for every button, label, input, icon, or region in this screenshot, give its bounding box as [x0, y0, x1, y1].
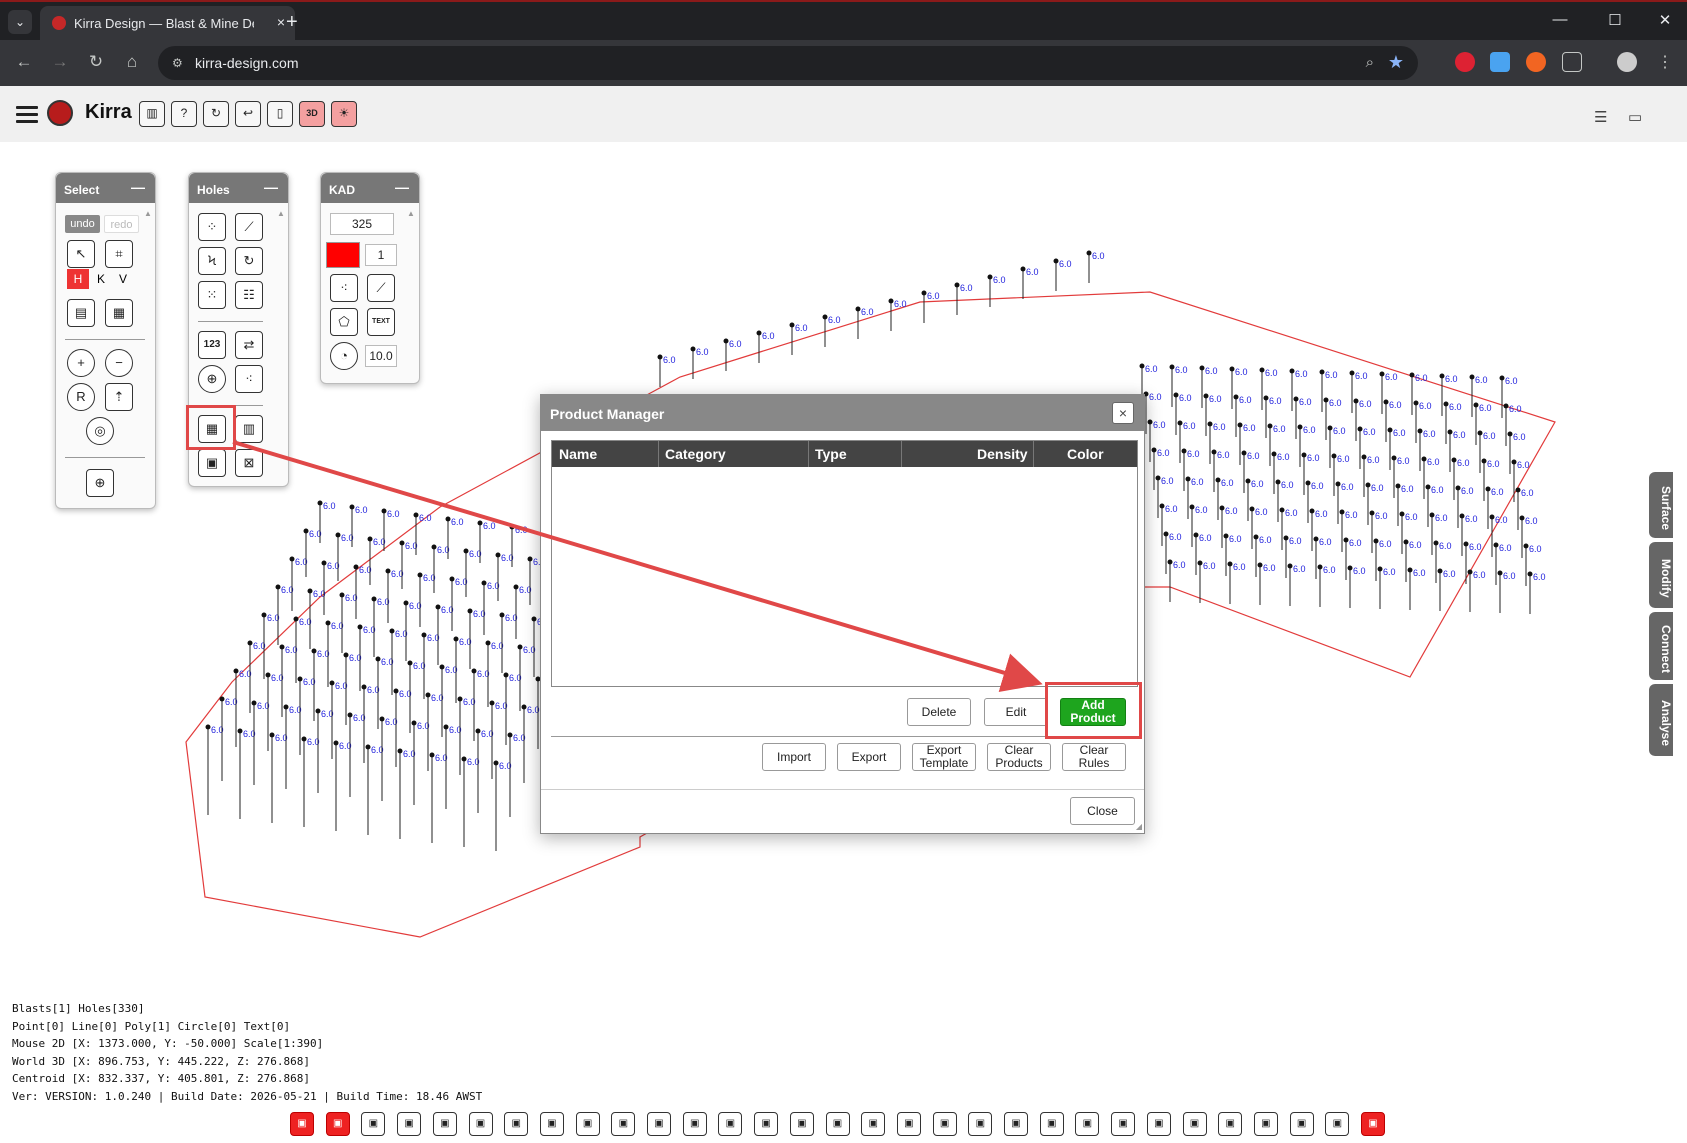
- file-save-icon[interactable]: ▣: [397, 1112, 422, 1136]
- info-b-icon[interactable]: ▣: [718, 1112, 743, 1136]
- zalt-icon[interactable]: ▣: [1075, 1112, 1100, 1136]
- info-a-icon[interactable]: ▣: [682, 1112, 707, 1136]
- graph-icon[interactable]: ▣: [932, 1112, 957, 1136]
- tree-view-icon[interactable]: ▣: [290, 1112, 314, 1136]
- capture-icon[interactable]: ▣: [647, 1112, 671, 1136]
- status-counts: Blasts[1] Holes[330]: [12, 1002, 145, 1015]
- status-centroid: Centroid [X: 832.337, Y: 405.801, Z: 276…: [12, 1072, 311, 1085]
- bracket-icon[interactable]: ▣: [1111, 1112, 1136, 1136]
- status-version: Ver: VERSION: 1.0.240 | Build Date: 2026…: [12, 1089, 483, 1103]
- tool-b-icon[interactable]: ▣: [1253, 1112, 1278, 1136]
- network-icon[interactable]: ▣: [896, 1112, 921, 1136]
- modify-tab[interactable]: Modify: [1649, 542, 1673, 608]
- file-export-icon[interactable]: ▣: [468, 1112, 493, 1136]
- annotation-arrow: [232, 440, 1043, 692]
- settings-icon[interactable]: ▣: [1182, 1112, 1207, 1136]
- file-pdf-icon[interactable]: ▣: [504, 1112, 529, 1136]
- tool-a-icon[interactable]: ▣: [1218, 1112, 1243, 1136]
- xme-icon[interactable]: ▣: [1004, 1112, 1028, 1136]
- curve-icon[interactable]: ▣: [861, 1112, 886, 1136]
- cylinder-icon[interactable]: ▣: [789, 1112, 814, 1136]
- status-world-3d: World 3D [X: 896.753, Y: 445.222, Z: 276…: [12, 1054, 311, 1068]
- file-open-icon[interactable]: ▣: [361, 1112, 386, 1136]
- status-readout: Blasts[1] Holes[330] Point[0] Line[0] Pol…: [12, 1000, 482, 1105]
- analyse-tab[interactable]: Analyse: [1649, 684, 1673, 756]
- connect-tab[interactable]: Connect: [1649, 612, 1673, 680]
- swap-icon[interactable]: ▣: [575, 1112, 600, 1136]
- decks-icon[interactable]: ▣: [325, 1112, 350, 1136]
- column-icon[interactable]: ▣: [1146, 1112, 1171, 1136]
- connect-icon[interactable]: ▣: [539, 1112, 564, 1136]
- file-import-icon[interactable]: ▣: [432, 1112, 457, 1136]
- pattern-icon[interactable]: ▣: [611, 1112, 636, 1136]
- ymn-icon[interactable]: ▣: [1039, 1112, 1064, 1136]
- info-c-icon[interactable]: ▣: [754, 1112, 779, 1136]
- status-mouse-2d: Mouse 2D [X: 1373.000, Y: -50.000] Scale…: [12, 1037, 324, 1050]
- status-kad-counts: Point[0] Line[0] Poly[1] Circle[0] Text[…: [12, 1019, 291, 1033]
- graph-alt-icon[interactable]: ▣: [968, 1112, 993, 1136]
- table-icon[interactable]: ▣: [825, 1112, 850, 1136]
- surface-tab[interactable]: Surface: [1649, 472, 1673, 538]
- star-icon[interactable]: ▣: [1289, 1112, 1314, 1136]
- shield-icon[interactable]: ▣: [1325, 1112, 1350, 1136]
- tree-view-alt-icon[interactable]: ▣: [1361, 1112, 1385, 1136]
